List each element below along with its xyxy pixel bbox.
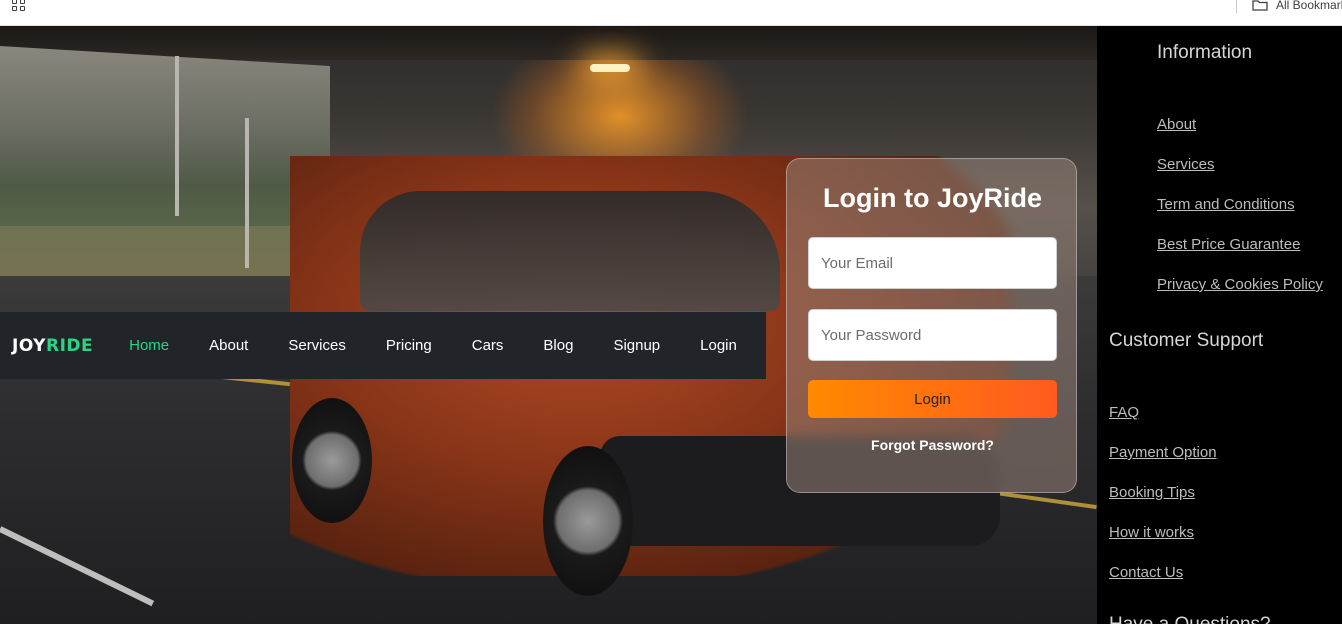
nav-link-about[interactable]: About	[209, 337, 248, 354]
main-navbar: JOYRIDE Home About Services Pricing Cars…	[0, 312, 766, 379]
email-field[interactable]	[808, 237, 1057, 289]
car-wheel	[543, 446, 633, 596]
folder-icon	[1252, 0, 1268, 11]
password-field[interactable]	[808, 309, 1057, 361]
nav-link-services[interactable]: Services	[288, 337, 346, 354]
brand-text-ride: RIDE	[45, 335, 94, 356]
customer-support-title: Customer Support	[1109, 330, 1264, 351]
hills-scenery	[0, 46, 330, 246]
all-bookmarks-link[interactable]: All Bookmarks	[1276, 0, 1342, 12]
apps-grid-icon[interactable]	[12, 0, 27, 13]
footer-link-services[interactable]: Services	[1157, 156, 1215, 173]
footer-link-privacy[interactable]: Privacy & Cookies Policy	[1157, 276, 1323, 293]
questions-title: Have a Questions?	[1109, 614, 1271, 624]
footer-link-faq[interactable]: FAQ	[1109, 404, 1139, 421]
car-windows	[360, 191, 780, 311]
nav-link-signup[interactable]: Signup	[613, 337, 660, 354]
nav-link-blog[interactable]: Blog	[543, 337, 573, 354]
bookmark-bar: All Bookmarks	[0, 0, 1342, 26]
nav-links: Home About Services Pricing Cars Blog Si…	[129, 337, 777, 354]
login-submit-button[interactable]: Login	[808, 380, 1057, 418]
nav-link-pricing[interactable]: Pricing	[386, 337, 432, 354]
footer-link-booking-tips[interactable]: Booking Tips	[1109, 484, 1195, 501]
footer-link-terms[interactable]: Term and Conditions	[1157, 196, 1295, 213]
street-light-pole	[245, 118, 249, 268]
bookmark-separator	[1236, 0, 1237, 13]
nav-link-cars[interactable]: Cars	[472, 337, 504, 354]
footer-link-about[interactable]: About	[1157, 116, 1196, 133]
forgot-password-link[interactable]: Forgot Password?	[787, 437, 1078, 453]
footer-link-contact[interactable]: Contact Us	[1109, 564, 1183, 581]
brand-logo[interactable]: JOYRIDE	[12, 336, 93, 356]
tunnel-light	[590, 64, 630, 72]
footer-sidebar: Information About Services Term and Cond…	[1097, 26, 1342, 624]
nav-link-home[interactable]: Home	[129, 337, 169, 354]
brand-text-joy: JOY	[12, 335, 46, 356]
information-title: Information	[1157, 42, 1253, 63]
car-wheel	[292, 398, 372, 523]
street-light-pole	[175, 56, 179, 216]
footer-link-best-price[interactable]: Best Price Guarantee	[1157, 236, 1300, 253]
nav-link-login[interactable]: Login	[700, 337, 737, 354]
tunnel-ceiling	[0, 26, 1097, 60]
footer-link-payment[interactable]: Payment Option	[1109, 444, 1217, 461]
login-title: Login to JoyRide	[823, 183, 1042, 213]
login-card: Login to JoyRide Login Forgot Password?	[786, 158, 1077, 493]
footer-link-how-it-works[interactable]: How it works	[1109, 524, 1194, 541]
